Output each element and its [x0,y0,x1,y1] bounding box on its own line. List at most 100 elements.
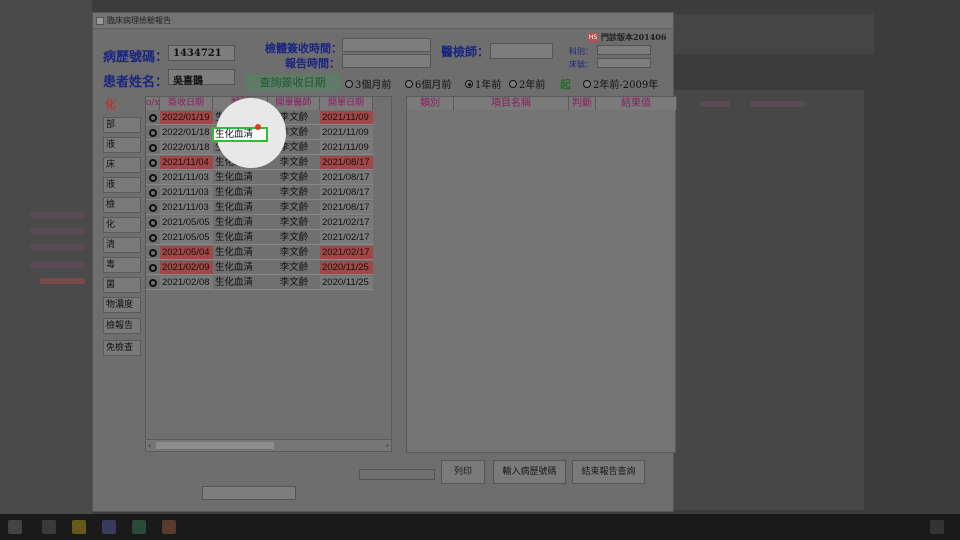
sidebar-item[interactable]: 檢 [103,197,141,213]
table-row[interactable]: 2021/05/04 生化血清 李文齡 2021/02/17 [146,246,374,261]
sidebar-item[interactable]: 菌 [103,277,141,293]
column-header-order-date[interactable]: 開單日期 [320,97,373,110]
scroll-right-icon[interactable]: › [386,440,389,452]
order-date-cell[interactable]: 2021/08/17 [320,171,373,185]
doctor-cell[interactable]: 李文齡 [268,246,320,260]
sidebar-item[interactable]: 床 [103,157,141,173]
app-icon[interactable] [102,520,116,534]
doctor-cell[interactable]: 李文齡 [268,156,320,170]
order-date-cell[interactable]: 2020/11/25 [320,276,373,290]
enter-chart-no-button[interactable]: 輸入病歷號碼 [493,460,566,484]
order-date-cell[interactable]: 2021/11/09 [320,141,373,155]
horizontal-scrollbar[interactable]: ‹ › [146,439,391,451]
radio-6-months[interactable]: 6個月前 [405,76,451,91]
doctor-cell[interactable]: 李文齡 [268,171,320,185]
table-row[interactable]: 2021/02/09 生化血清 李文齡 2020/11/25 [146,261,374,276]
ox-cell[interactable] [146,126,160,140]
sidebar-item[interactable]: 液 [103,137,141,153]
doctor-cell[interactable]: 李文齡 [268,216,320,230]
ox-cell[interactable] [146,156,160,170]
chart-no-field[interactable]: 1434721 [168,45,235,61]
order-date-cell[interactable]: 2021/08/17 [320,156,373,170]
scroll-left-icon[interactable]: ‹ [148,440,151,452]
report-time-field[interactable] [342,54,431,68]
scrollbar-thumb[interactable] [156,442,274,449]
type-cell[interactable]: 生化血清 [213,201,268,215]
sidebar-item[interactable]: 物濃度 [103,297,141,313]
order-date-cell[interactable]: 2021/02/17 [320,231,373,245]
dept-field[interactable] [597,45,651,55]
order-date-cell[interactable]: 2021/08/17 [320,186,373,200]
order-date-cell[interactable]: 2021/08/17 [320,201,373,215]
column-header-ox[interactable]: o/x [146,97,160,110]
radio-2-years-2009[interactable]: 2年前-2009年 [583,76,658,91]
collect-date-cell[interactable]: 2021/02/09 [160,261,213,275]
notification-icon[interactable] [930,520,944,534]
end-report-query-button[interactable]: 結束報告查詢 [572,460,645,484]
order-date-cell[interactable]: 2020/11/25 [320,261,373,275]
collect-date-cell[interactable]: 2022/01/19 [160,111,213,125]
ox-cell[interactable] [146,111,160,125]
sidebar-item[interactable]: 部 [103,117,141,133]
table-row[interactable]: 2021/02/08 生化血清 李文齡 2020/11/25 [146,276,374,291]
radio-3-months[interactable]: 3個月前 [345,76,391,91]
collect-date-cell[interactable]: 2021/02/08 [160,276,213,290]
type-cell[interactable]: 生化血清 [213,276,268,290]
type-cell[interactable]: 生化血清 [213,186,268,200]
table-row[interactable]: 2021/11/03 生化血清 李文齡 2021/08/17 [146,171,374,186]
ox-cell[interactable] [146,246,160,260]
collect-time-field[interactable] [342,38,431,52]
column-header-judgment[interactable]: 判斷 [569,97,596,110]
bed-field[interactable] [597,58,651,68]
start-icon[interactable] [8,520,22,534]
collect-date-cell[interactable]: 2021/11/03 [160,171,213,185]
type-cell[interactable]: 生化血清 [213,216,268,230]
doctor-cell[interactable]: 李文齡 [268,231,320,245]
query-collect-date-button[interactable]: 查詢簽收日期 [245,74,340,92]
column-header-result-value[interactable]: 結果值 [596,97,677,110]
sidebar-item[interactable]: 清 [103,237,141,253]
doctor-cell[interactable]: 李文齡 [268,276,320,290]
sidebar-item[interactable]: 液 [103,177,141,193]
collect-date-cell[interactable]: 2021/11/03 [160,201,213,215]
ox-cell[interactable] [146,276,160,290]
app-icon[interactable] [42,520,56,534]
order-date-cell[interactable]: 2021/11/09 [320,111,373,125]
type-cell[interactable]: 生化血清 [213,231,268,245]
technician-field[interactable] [490,43,553,59]
type-cell[interactable]: 生化血清 [213,171,268,185]
app-icon[interactable] [72,520,86,534]
radio-1-year[interactable]: 1年前 [465,76,501,91]
ox-cell[interactable] [146,231,160,245]
ox-cell[interactable] [146,261,160,275]
doctor-cell[interactable]: 李文齡 [268,261,320,275]
table-row[interactable]: 2021/11/03 生化血清 李文齡 2021/08/17 [146,201,374,216]
table-row[interactable]: 2021/05/05 生化血清 李文齡 2021/02/17 [146,216,374,231]
doctor-cell[interactable]: 李文齡 [268,201,320,215]
column-header-collect-date[interactable]: 簽收日期 [160,97,213,110]
order-date-cell[interactable]: 2021/02/17 [320,216,373,230]
patient-name-field[interactable]: 吳喜鵲 [168,69,235,87]
doctor-cell[interactable]: 李文齡 [268,186,320,200]
collect-date-cell[interactable]: 2022/01/18 [160,126,213,140]
table-row[interactable]: 2021/11/03 生化血清 李文齡 2021/08/17 [146,186,374,201]
sidebar-item[interactable]: 免檢查 [103,340,141,356]
print-button[interactable]: 列印 [441,460,485,484]
sidebar-item[interactable]: 檢報告 [103,318,141,334]
collect-date-cell[interactable]: 2021/11/04 [160,156,213,170]
sidebar-item[interactable]: 化 [103,97,141,113]
column-header-item-name[interactable]: 項目名稱 [454,97,569,110]
collect-date-cell[interactable]: 2021/05/05 [160,231,213,245]
ox-cell[interactable] [146,171,160,185]
order-date-cell[interactable]: 2021/02/17 [320,246,373,260]
table-row[interactable]: 2021/05/05 生化血清 李文齡 2021/02/17 [146,231,374,246]
ox-cell[interactable] [146,216,160,230]
collect-date-cell[interactable]: 2022/01/18 [160,141,213,155]
app-icon[interactable] [162,520,176,534]
order-date-cell[interactable]: 2021/11/09 [320,126,373,140]
type-cell[interactable]: 生化血清 [213,246,268,260]
collect-date-cell[interactable]: 2021/11/03 [160,186,213,200]
ox-cell[interactable] [146,186,160,200]
sidebar-item[interactable]: 毒 [103,257,141,273]
collect-date-cell[interactable]: 2021/05/05 [160,216,213,230]
